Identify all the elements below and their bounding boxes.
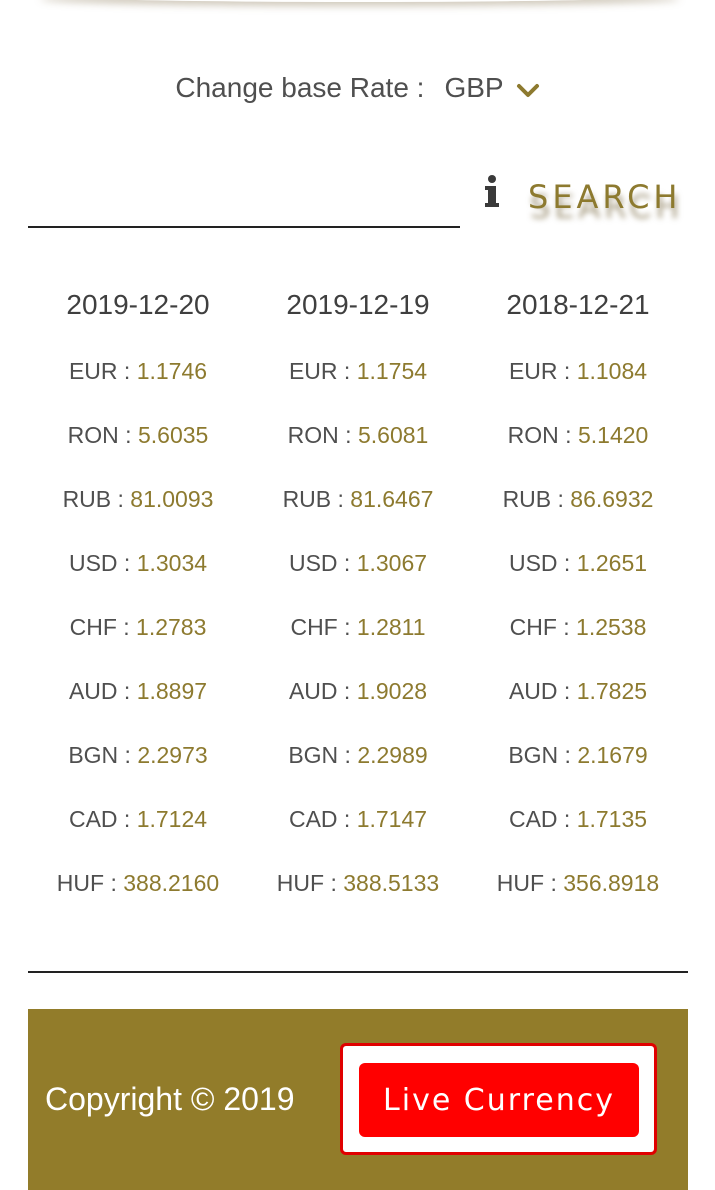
column-date: 2019-12-19: [286, 289, 430, 320]
base-rate-label: Change base Rate :: [175, 72, 425, 103]
rate-row: CHF : 1.2538: [509, 614, 647, 640]
rate-row: HUF : 388.5133: [276, 870, 440, 896]
rate-row: BGN : 2.2989: [288, 742, 428, 768]
base-currency-value[interactable]: GBP: [444, 72, 503, 104]
search-input[interactable]: [28, 180, 460, 228]
search-bar: SEARCH: [28, 168, 696, 232]
rate-row: HUF : 388.2160: [56, 870, 220, 896]
rate-row: RON : 5.6035: [67, 422, 209, 448]
rate-row: RON : 5.1420: [507, 422, 649, 448]
rate-row: USD : 1.3067: [288, 550, 428, 576]
live-currency-button[interactable]: Live Currency: [359, 1063, 639, 1137]
rate-row: CAD : 1.7135: [508, 806, 648, 832]
rate-row: CAD : 1.7147: [288, 806, 428, 832]
rate-row: CAD : 1.7124: [68, 806, 208, 832]
base-rate-selector[interactable]: Change base Rate : GBP: [0, 72, 715, 104]
chevron-down-icon[interactable]: [516, 77, 540, 101]
rate-row: BGN : 2.1679: [508, 742, 648, 768]
rate-row: CHF : 1.2783: [69, 614, 207, 640]
rate-row: RUB : 81.0093: [62, 486, 214, 512]
column-date: 2019-12-20: [66, 289, 210, 320]
rate-column-3: 2018-12-21 EUR : 1.1084 RON : 5.1420 RUB…: [468, 282, 688, 934]
search-button[interactable]: SEARCH: [528, 178, 681, 216]
rate-row: AUD : 1.8897: [68, 678, 208, 704]
rate-row: AUD : 1.9028: [288, 678, 428, 704]
footer: Copyright © 2019 Live Currency: [28, 1009, 688, 1190]
rate-row: RON : 5.6081: [287, 422, 429, 448]
rate-row: EUR : 1.1746: [68, 358, 208, 384]
column-date: 2018-12-21: [506, 289, 650, 320]
rate-column-1: 2019-12-20 EUR : 1.1746 RON : 5.6035 RUB…: [28, 282, 248, 934]
rate-row: RUB : 86.6932: [502, 486, 654, 512]
rate-row: USD : 1.3034: [68, 550, 208, 576]
rate-row: CHF : 1.2811: [290, 614, 426, 640]
rate-row: BGN : 2.2973: [68, 742, 208, 768]
section-divider: [28, 971, 688, 973]
rate-column-2: 2019-12-19 EUR : 1.1754 RON : 5.6081 RUB…: [248, 282, 468, 934]
rate-row: HUF : 356.8918: [496, 870, 660, 896]
rate-row: AUD : 1.7825: [508, 678, 648, 704]
rate-row: EUR : 1.1754: [288, 358, 428, 384]
rates-table: 2019-12-20 EUR : 1.1746 RON : 5.6035 RUB…: [28, 282, 688, 934]
header-shadow: [40, 0, 680, 2]
rate-row: EUR : 1.1084: [508, 358, 648, 384]
live-currency-frame: Live Currency: [340, 1043, 657, 1155]
rate-row: RUB : 81.6467: [282, 486, 434, 512]
copyright-text: Copyright © 2019: [45, 1081, 295, 1117]
rate-row: USD : 1.2651: [508, 550, 648, 576]
info-icon[interactable]: [484, 174, 500, 210]
